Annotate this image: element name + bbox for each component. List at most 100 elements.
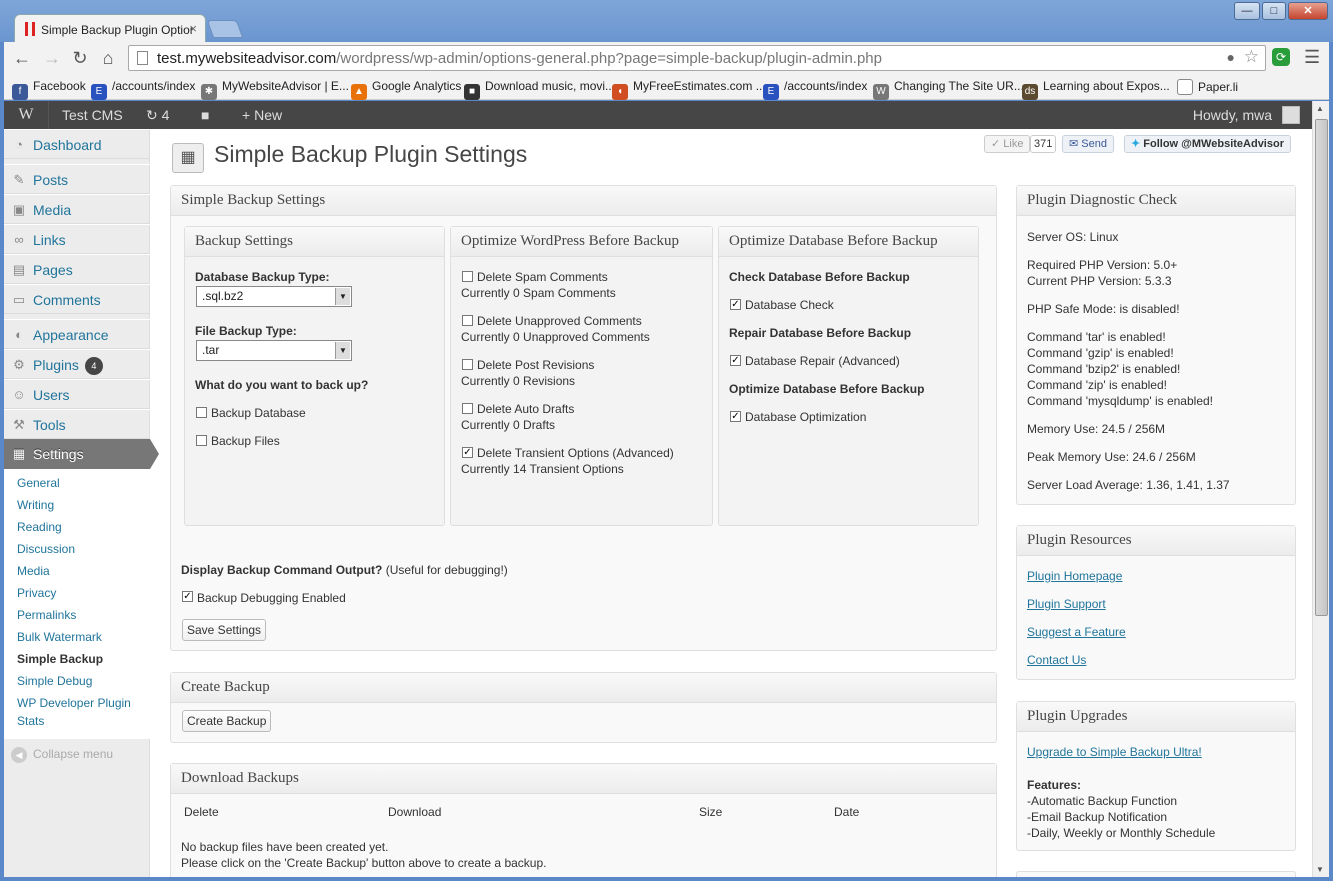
send-button[interactable]: ✉ Send: [1062, 135, 1114, 153]
feature-item: -Daily, Weekly or Monthly Schedule: [1027, 826, 1216, 840]
page-icon: [137, 51, 148, 65]
plugin-homepage-link[interactable]: Plugin Homepage: [1027, 569, 1122, 583]
backup-database-checkbox[interactable]: [196, 407, 207, 418]
new-tab-button[interactable]: [206, 20, 244, 38]
maximize-icon[interactable]: □: [1262, 2, 1286, 20]
sidebar-item-posts[interactable]: ✎ Posts: [4, 164, 150, 194]
home-icon[interactable]: ⌂: [96, 46, 120, 70]
extension-icon[interactable]: ⟳: [1272, 48, 1290, 66]
avatar[interactable]: [1282, 106, 1300, 124]
upgrade-link[interactable]: Upgrade to Simple Backup Ultra!: [1027, 745, 1202, 759]
save-settings-button[interactable]: Save Settings: [182, 619, 267, 641]
forward-icon[interactable]: →: [40, 46, 64, 70]
back-icon[interactable]: ←: [10, 46, 34, 70]
submenu-item[interactable]: Simple Debug: [17, 673, 92, 689]
submenu-item[interactable]: Simple Backup: [17, 651, 103, 667]
admin-menu: ◔ Dashboard ✎ Posts ▣ Media ∞ Links ▤ Pages ▭ Comme…: [4, 129, 159, 877]
bookmark-item[interactable]: W Changing The Site UR...: [873, 79, 1024, 100]
command-gzip: Command 'gzip' is enabled!: [1027, 346, 1174, 360]
scroll-down-icon[interactable]: ▼: [1316, 865, 1324, 874]
optimize-option-count: Currently 0 Spam Comments: [461, 286, 616, 300]
page-scrollbar[interactable]: ▲ ▼: [1312, 101, 1329, 877]
submenu-item[interactable]: Permalinks: [17, 607, 76, 623]
sidebar-item-plugins[interactable]: ⚙ Plugins 4: [4, 349, 150, 379]
command-tar: Command 'tar' is enabled!: [1027, 330, 1166, 344]
db-backup-type-select[interactable]: .sql.bz2 ▼: [196, 286, 352, 307]
optimize-db-title: Optimize Database Before Backup: [719, 227, 978, 257]
sidebar-item-pages[interactable]: ▤ Pages: [4, 254, 150, 284]
debugging-checkbox[interactable]: ✓: [182, 591, 193, 602]
submenu-item[interactable]: Reading: [17, 519, 62, 535]
lightbulb-icon[interactable]: ●: [1227, 49, 1235, 65]
bookmark-item[interactable]: ds Learning about Expos...: [1022, 79, 1170, 100]
bookmark-item[interactable]: E/accounts/index: [91, 79, 195, 100]
check-db-heading: Check Database Before Backup: [729, 270, 910, 284]
plus-icon: +: [242, 107, 251, 123]
scrollbar-thumb[interactable]: [1315, 119, 1328, 616]
sidebar-item-comments[interactable]: ▭ Comments: [4, 284, 150, 314]
browser-menu-icon[interactable]: ☰: [1304, 47, 1320, 68]
sidebar-item-links[interactable]: ∞ Links: [4, 224, 150, 254]
bookmark-item[interactable]: ■ Download music, movi...: [464, 79, 615, 100]
reload-icon[interactable]: ↻: [68, 46, 92, 70]
pages-icon: ▤: [12, 262, 26, 277]
create-backup-button[interactable]: Create Backup: [182, 710, 272, 732]
submenu-item[interactable]: Media: [17, 563, 50, 579]
bookmark-item[interactable]: E/accounts/index: [763, 79, 867, 100]
browser-tab[interactable]: Simple Backup Plugin Options ×: [14, 14, 206, 44]
collapse-menu-button[interactable]: ◀ Collapse menu: [11, 747, 113, 763]
optimize-option-label: Delete Post Revisions: [477, 358, 595, 372]
download-backups-title: Download Backups: [171, 764, 996, 794]
plugin-support-link[interactable]: Plugin Support: [1027, 597, 1106, 611]
submenu-item[interactable]: Stats: [17, 713, 44, 729]
like-button[interactable]: ✓ Like: [984, 135, 1031, 153]
suggest-feature-link[interactable]: Suggest a Feature: [1027, 625, 1126, 639]
window-close-icon[interactable]: ✕: [1288, 2, 1328, 20]
optimize-option-checkbox[interactable]: ✓: [462, 447, 473, 458]
backup-files-checkbox[interactable]: [196, 435, 207, 446]
twitter-follow-button[interactable]: ✦ Follow @MWebsiteAdvisor: [1124, 135, 1291, 153]
wp-admin-bar: W Test CMS ↻ 4 ■ + New Howdy, mwa: [4, 101, 1312, 129]
sidebar-item-tools[interactable]: ⚒ Tools: [4, 409, 150, 439]
submenu-item[interactable]: Bulk Watermark: [17, 629, 102, 645]
howdy-account-link[interactable]: Howdy, mwa: [1193, 101, 1272, 129]
bookmark-item[interactable]: ▲ Google Analytics: [351, 79, 461, 100]
bookmark-item[interactable]: ✱ MyWebsiteAdvisor | E...: [201, 79, 349, 100]
database-check-checkbox[interactable]: ✓: [730, 299, 741, 310]
optimize-option-checkbox[interactable]: [462, 315, 473, 326]
sidebar-item-media[interactable]: ▣ Media: [4, 194, 150, 224]
submenu-item[interactable]: Discussion: [17, 541, 75, 557]
submenu-item[interactable]: Privacy: [17, 585, 56, 601]
bookmark-item[interactable]: Paper.li: [1177, 79, 1238, 95]
file-backup-type-select[interactable]: .tar ▼: [196, 340, 352, 361]
submenu-item[interactable]: General: [17, 475, 60, 491]
column-download: Download: [388, 805, 442, 819]
sidebar-item-appearance[interactable]: ◐ Appearance: [4, 319, 150, 349]
minimize-icon[interactable]: —: [1234, 2, 1260, 20]
sidebar-item-settings[interactable]: ▦ Settings: [4, 439, 150, 469]
tab-close-icon[interactable]: ×: [189, 21, 197, 36]
bookmark-star-icon[interactable]: ☆: [1244, 47, 1259, 67]
bookmark-item[interactable]: ◖ MyFreeEstimates.com ...: [612, 79, 766, 100]
optimize-option-checkbox[interactable]: [462, 403, 473, 414]
plugin-icon: ⚙: [13, 357, 25, 372]
database-optimization-checkbox[interactable]: ✓: [730, 411, 741, 422]
database-repair-checkbox[interactable]: ✓: [730, 355, 741, 366]
sidebar-item-dashboard[interactable]: ◔ Dashboard: [4, 129, 150, 159]
optimize-option-checkbox[interactable]: [462, 271, 473, 282]
ds-icon: ds: [1022, 84, 1038, 100]
contact-us-link[interactable]: Contact Us: [1027, 653, 1086, 667]
wordpress-logo-icon[interactable]: W: [4, 101, 49, 129]
address-bar[interactable]: test.mywebsiteadvisor.com/wordpress/wp-a…: [128, 45, 1266, 71]
scroll-up-icon[interactable]: ▲: [1316, 104, 1324, 113]
site-name-link[interactable]: Test CMS: [62, 101, 123, 129]
submenu-item[interactable]: Writing: [17, 497, 54, 513]
bookmark-item[interactable]: f Facebook: [12, 79, 86, 100]
new-content-link[interactable]: + New: [242, 101, 282, 129]
diagnostic-postbox: Plugin Diagnostic Check Server OS: Linux…: [1016, 185, 1296, 505]
comments-bubble-icon[interactable]: ■: [201, 101, 209, 129]
optimize-option-checkbox[interactable]: [462, 359, 473, 370]
updates-link[interactable]: ↻ 4: [146, 101, 169, 129]
sidebar-item-users[interactable]: ☺ Users: [4, 379, 150, 409]
submenu-item[interactable]: WP Developer Plugin: [17, 695, 131, 711]
